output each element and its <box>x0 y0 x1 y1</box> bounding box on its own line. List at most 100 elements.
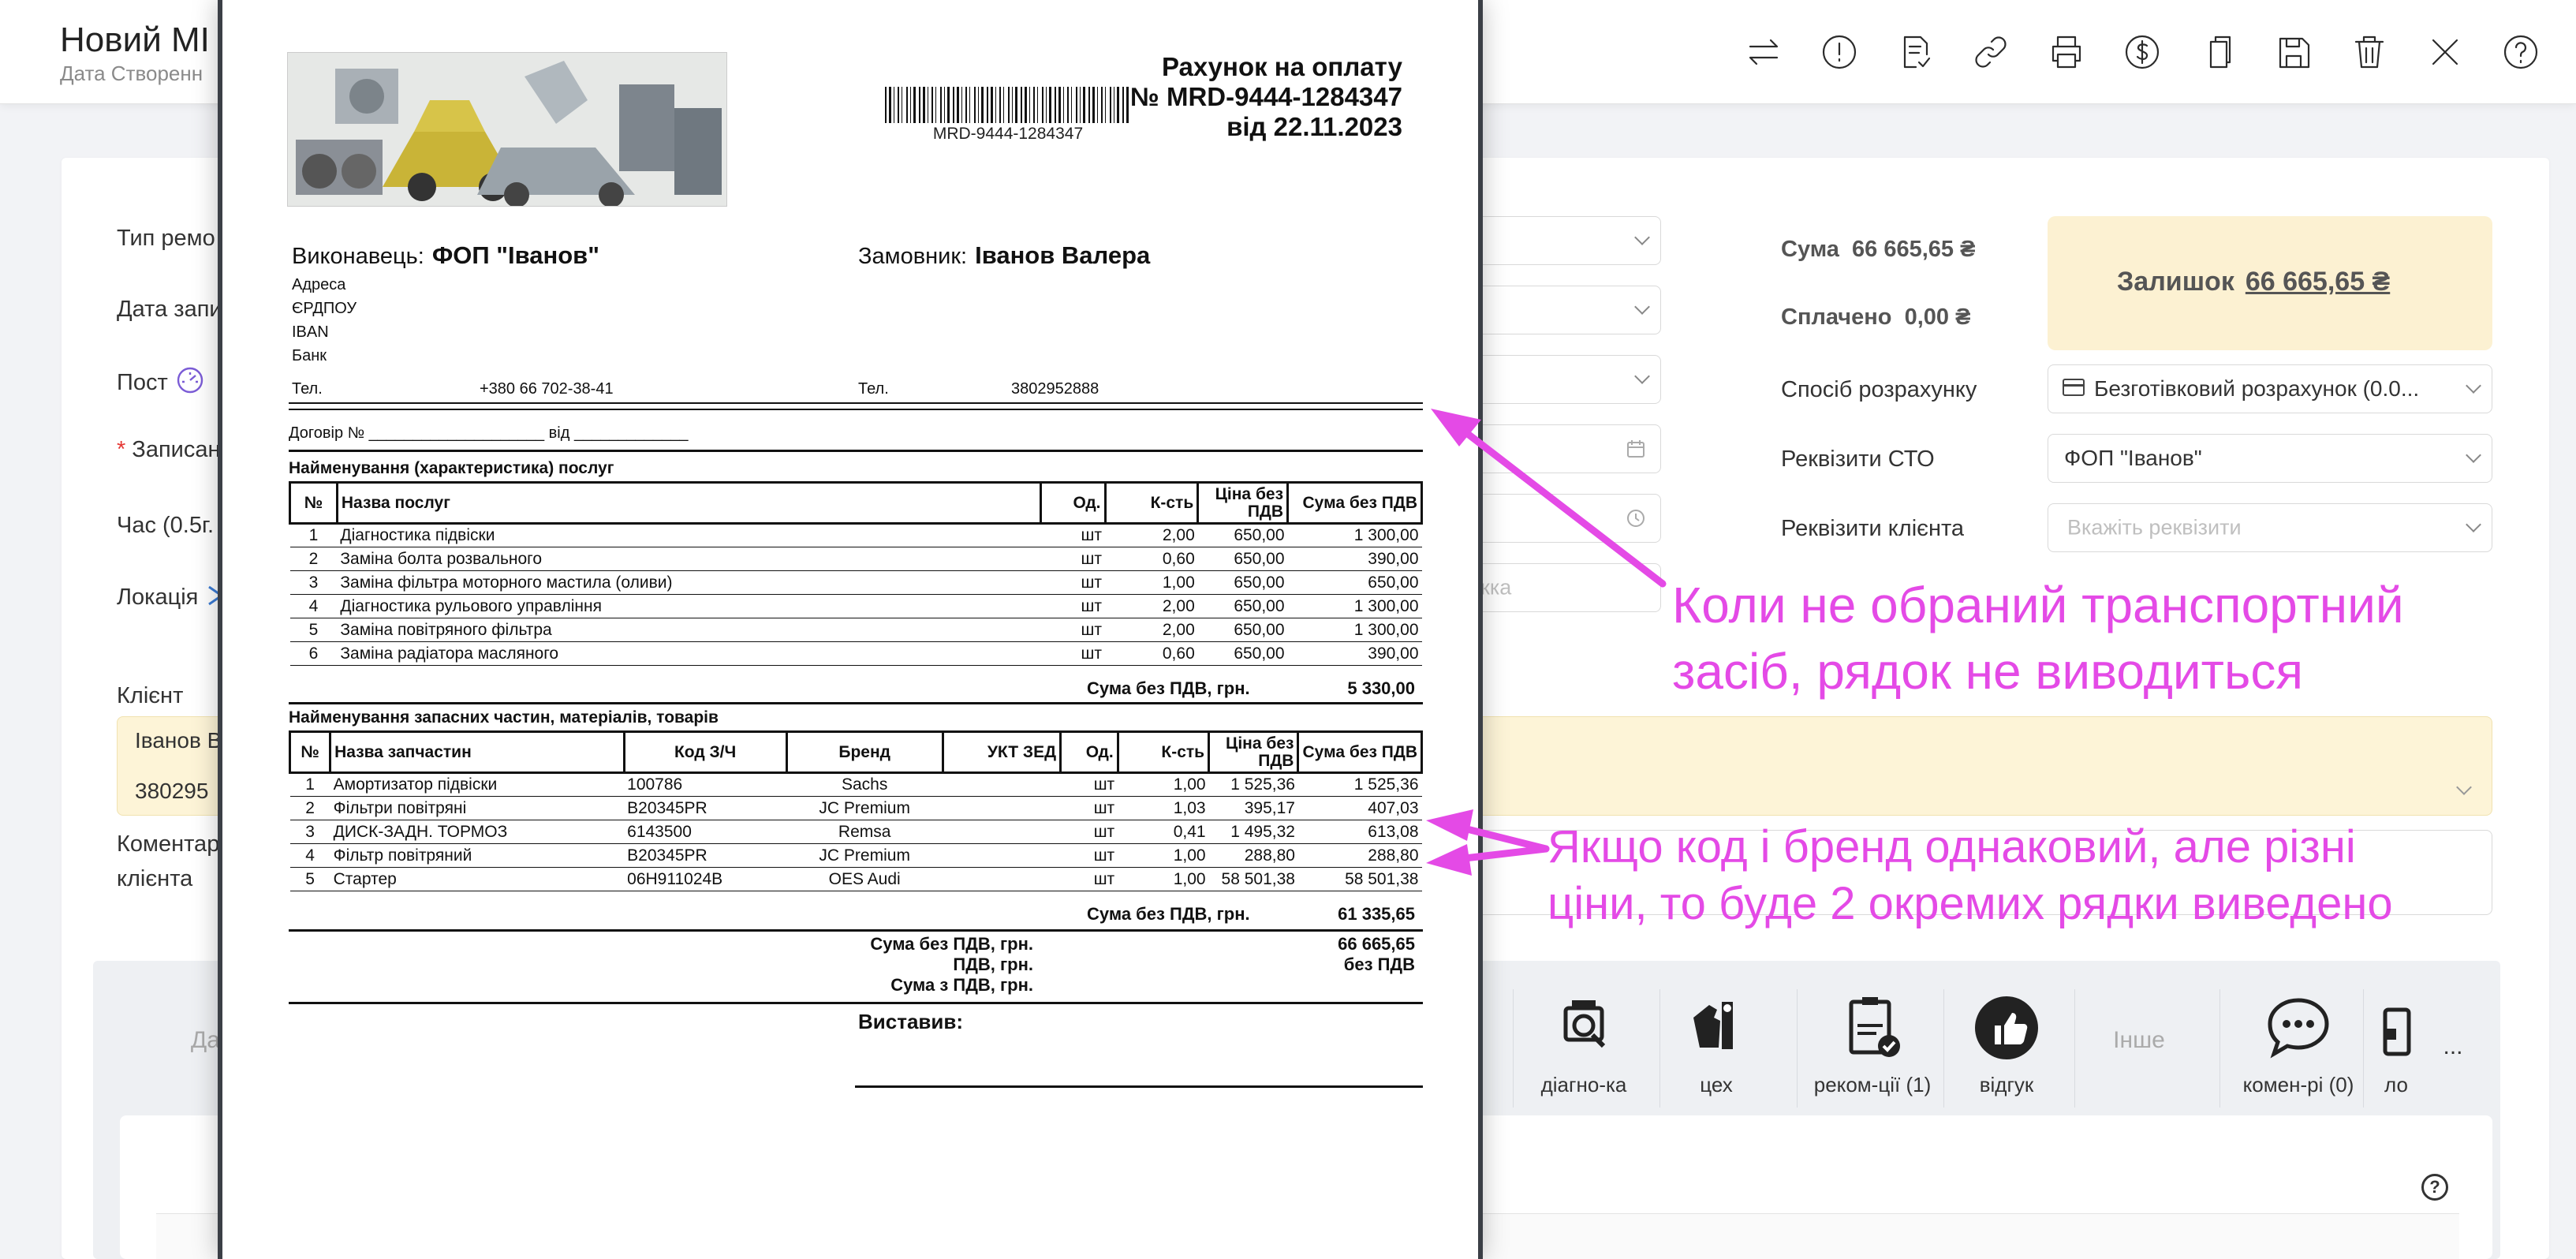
services-total: 5 330,00 <box>1347 678 1415 698</box>
executor-row: Виконавець: ФОП "Іванов" <box>292 241 599 270</box>
table-cell: 1 525,36 <box>1208 772 1298 797</box>
sum-value: 66 665,65 ₴ <box>1852 237 1976 262</box>
table-cell: шт <box>1040 641 1105 666</box>
table-row: 4 Фільтр повітряний B20345PR JC Premium шт 1,… <box>289 843 1422 868</box>
tab-partial[interactable]: ло <box>2373 992 2420 1097</box>
vat-label: ПДВ, грн. <box>953 955 1033 974</box>
dollar-icon[interactable] <box>2119 28 2166 76</box>
table-cell: 0,41 <box>1118 820 1209 844</box>
table-row: 2 Заміна болта розвального шт 0,60 650,00 390… <box>289 547 1422 571</box>
help-icon[interactable] <box>2497 28 2544 76</box>
invoice-title: Рахунок на оплату <box>1161 52 1402 81</box>
table-cell: 06H911024B <box>624 867 787 891</box>
client-details-label: Реквізити клієнта <box>1781 516 1965 541</box>
more-tabs-button[interactable]: ... <box>2437 1033 2469 1060</box>
table-row: 5 Заміна повітряного фільтра шт 2,00 650,00 1… <box>289 618 1422 642</box>
table-cell: 2 <box>289 547 338 571</box>
table-cell: Sachs <box>786 772 943 797</box>
sto-details-select[interactable]: ФОП "Іванов" <box>2048 434 2492 483</box>
table-cell: JC Premium <box>786 796 943 820</box>
edrpou-label: ЄРДПОУ <box>292 300 357 317</box>
client-name: Іванов В <box>135 728 222 753</box>
table-cell: 1,00 <box>1105 570 1198 595</box>
services-total-label: Сума без ПДВ, грн. <box>1087 678 1250 698</box>
col-service-name: Назва послуг <box>335 481 1042 525</box>
swap-icon[interactable] <box>1740 28 1787 76</box>
table-cell: Стартер <box>330 867 625 891</box>
tab-recommendations[interactable]: реком-ції (1) <box>1794 992 1951 1097</box>
customer-name: Іванов Валера <box>975 241 1151 269</box>
issued-by-label: Виставив: <box>858 1010 964 1033</box>
table-cell: 6143500 <box>624 820 787 844</box>
customer-label: Замовник: <box>858 244 968 269</box>
table-cell: 613,08 <box>1297 820 1422 844</box>
col-part-code: Код З/Ч <box>622 730 788 774</box>
tab-shop[interactable]: цех <box>1653 992 1779 1097</box>
barcode-text: MRD-9444-1284347 <box>932 125 1084 143</box>
bank-label: Банк <box>292 347 327 364</box>
comment-label-line2: клієнта <box>117 866 193 891</box>
divider <box>289 929 1423 932</box>
save-icon[interactable] <box>2270 28 2317 76</box>
table-cell: шт <box>1060 867 1118 891</box>
close-icon[interactable] <box>2421 28 2469 76</box>
table-cell: 1 <box>289 523 338 547</box>
tab-feedback[interactable]: відгук <box>1943 992 2070 1097</box>
sto-details-label: Реквізити СТО <box>1781 446 1935 472</box>
table-cell: Фільтри повітряні <box>330 796 625 820</box>
card-icon <box>2063 379 2085 396</box>
table-cell <box>943 772 1061 797</box>
location-label-row: Локація <box>117 584 226 611</box>
annotation-parts-line2: ціни, то буде 2 окремих рядки виведено <box>1547 878 2393 929</box>
table-cell: 2,00 <box>1105 618 1198 642</box>
tab-recommendations-label: реком-ції (1) <box>1813 1073 1932 1096</box>
barcode-icon <box>885 87 1129 123</box>
alert-icon[interactable] <box>1816 28 1863 76</box>
client-details-select[interactable]: Вкажіть реквізити <box>2048 503 2492 552</box>
executor-label: Виконавець: <box>292 244 424 269</box>
printer-icon[interactable] <box>2043 28 2090 76</box>
speedometer-icon[interactable] <box>176 366 204 394</box>
tab-other[interactable]: Інше <box>2076 1027 2202 1054</box>
chevron-down-icon <box>2466 378 2481 394</box>
diagnostics-icon <box>1548 992 1619 1063</box>
tab-diagnostics[interactable]: діагно-ка <box>1521 992 1647 1097</box>
payment-method-select[interactable]: Безготівковий розрахунок (0.0... <box>2048 364 2492 413</box>
client-details-placeholder: Вкажіть реквізити <box>2067 515 2242 540</box>
recorded-label: Записан <box>132 437 221 462</box>
tab-comments[interactable]: комен-рі (0) <box>2219 992 2377 1097</box>
table-cell: 650,00 <box>1287 570 1422 595</box>
post-label-row: Пост <box>117 366 204 396</box>
trash-icon[interactable] <box>2346 28 2393 76</box>
document-check-icon[interactable] <box>1891 28 1939 76</box>
tab-partial-label: ло <box>2384 1073 2408 1096</box>
link-icon[interactable] <box>1967 28 2014 76</box>
table-cell: Діагностика рульового управління <box>337 594 1041 618</box>
grand-total-label: Сума без ПДВ, грн. <box>870 934 1033 954</box>
table-cell <box>943 843 1061 868</box>
table-cell: 1,00 <box>1118 867 1209 891</box>
divider <box>2074 989 2075 1108</box>
sto-details-value: ФОП "Іванов" <box>2064 446 2202 470</box>
help-icon[interactable]: ? <box>2421 1174 2448 1201</box>
annotation-parts-line1: Якщо код і бренд однаковий, але різні <box>1547 821 2356 872</box>
col-sum: Сума без ПДВ <box>1297 730 1423 774</box>
wrench-icon <box>1681 992 1752 1063</box>
signature-line <box>855 1085 1423 1088</box>
contract-line: Договір № ____________________ від _____… <box>289 424 689 442</box>
copy-icon[interactable] <box>2194 28 2242 76</box>
table-cell: 1 300,00 <box>1287 618 1422 642</box>
table-cell: Діагностика підвіски <box>337 523 1041 547</box>
col-part-name: Назва запчастин <box>329 730 625 774</box>
table-cell: Заміна повітряного фільтра <box>337 618 1041 642</box>
col-qty: К-сть <box>1116 730 1211 774</box>
services-title: Найменування (характеристика) послуг <box>289 459 614 477</box>
annotation-vehicle-line1: Коли не обраний транспортний <box>1672 577 2404 633</box>
table-row: 1 Діагностика підвіски шт 2,00 650,00 1 300,0… <box>289 523 1422 547</box>
table-cell: 6 <box>289 641 338 666</box>
table-cell: 58 501,38 <box>1297 867 1422 891</box>
table-row: 2 Фільтри повітряні B20345PR JC Premium шт 1,… <box>289 796 1422 820</box>
services-table: № Назва послуг Од. К-сть Ціна без ПДВ Су… <box>289 481 1423 666</box>
table-cell: 2,00 <box>1105 594 1198 618</box>
table-cell: 395,17 <box>1208 796 1298 820</box>
